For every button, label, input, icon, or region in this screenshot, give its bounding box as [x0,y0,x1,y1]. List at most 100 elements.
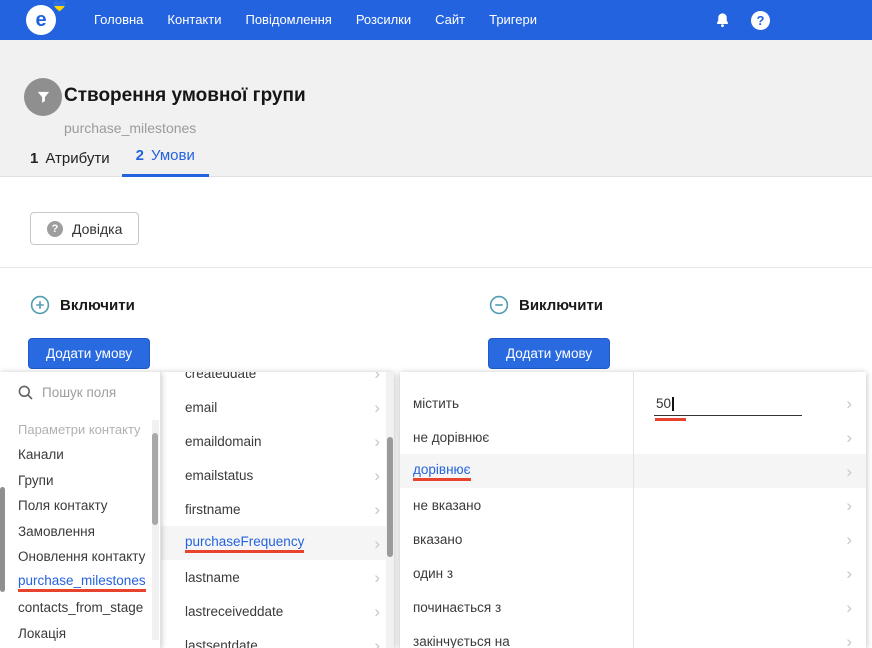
field-row-email[interactable]: email › [161,390,394,424]
tab-number: 1 [30,150,39,167]
contact-fields-panel: createddate › email › emaildomain › emai… [161,372,394,648]
operator-label: починається з [413,599,502,615]
notifications-bell-icon[interactable] [714,11,731,30]
field-row-purchasefrequency[interactable]: purchaseFrequency › [161,526,394,560]
tab-number: 2 [135,147,144,164]
navbar-icons: ? [714,0,770,40]
include-section-header: Включити [30,295,135,315]
include-add-condition-button[interactable]: Додати умову [28,338,151,369]
value-input[interactable]: 50 [654,392,802,416]
plus-circle-icon [30,295,50,315]
nav-item-triggers[interactable]: Тригери [477,0,549,40]
tab-attributes[interactable]: 1 Атрибути [30,150,110,177]
nav-item-contacts[interactable]: Контакти [155,0,233,40]
tab-label: Атрибути [45,150,110,167]
tab-conditions[interactable]: 2 Умови [121,147,209,177]
nav-item-home[interactable]: Головна [82,0,155,40]
field-label: createddate [185,372,257,381]
step-tabs: 1 Атрибути 2 Умови [30,147,209,177]
category-label: Оновлення контакту [18,549,146,565]
annotation-underline [655,418,686,421]
nav-item-site[interactable]: Сайт [423,0,477,40]
field-label: emailstatus [185,467,254,483]
operator-label: закінчується на [413,633,510,648]
brand-logo[interactable]: e [26,0,66,36]
question-circle-icon: ? [47,220,63,237]
include-section-title: Включити [60,296,135,314]
category-label: Локація [18,625,67,641]
help-question-icon[interactable]: ? [751,10,770,30]
operator-label: не вказано [413,497,482,513]
page-subtitle: purchase_milestones [64,120,197,136]
field-row-lastname[interactable]: lastname › [161,560,394,594]
category-label: contacts_from_stage [18,600,144,616]
minus-circle-icon [489,295,509,315]
category-item-contact-fields[interactable]: Поля контакту [0,493,160,519]
chevron-right-icon: › [374,533,380,553]
text-cursor [672,397,674,411]
category-item-contact-updates[interactable]: Оновлення контакту [0,544,160,570]
field-label: lastsentdate [185,637,258,648]
category-item-location[interactable]: Локація [0,621,160,647]
page-header: Створення умовної групи purchase_milesto… [0,40,872,177]
fields-scrollbar[interactable] [387,437,393,557]
top-navbar: e Головна Контакти Повідомлення Розсилки… [0,0,872,40]
brand-logo-icon: e [26,5,56,35]
field-row-lastreceiveddate[interactable]: lastreceiveddate › [161,594,394,628]
category-item-contacts-from-stage[interactable]: contacts_from_stage [0,595,160,621]
category-label: Групи [18,472,54,488]
value-area: 50 [634,372,866,648]
help-button-label: Довідка [72,220,123,237]
field-row-createddate[interactable]: createddate › [161,372,394,390]
chevron-right-icon: › [374,567,380,587]
chevron-right-icon: › [374,499,380,519]
field-label: emaildomain [185,433,262,449]
field-search[interactable] [0,372,160,412]
chevron-right-icon: › [374,635,380,648]
value-text: 50 [656,396,672,411]
exclude-add-condition-button[interactable]: Додати умову [488,338,611,369]
field-row-emaildomain[interactable]: emaildomain › [161,424,394,458]
category-label: Канали [18,447,64,463]
chevron-right-icon: › [374,465,380,485]
chevron-right-icon: › [374,601,380,621]
condition-panel: містить › не дорівнює › дорівнює › не вк… [400,372,866,648]
category-label: Замовлення [18,523,95,539]
category-item-orders[interactable]: Замовлення [0,519,160,545]
ukraine-heart-icon [53,0,66,12]
category-item-channels[interactable]: Канали [0,442,160,468]
contact-fields-list: createddate › email › emaildomain › emai… [161,372,394,648]
chevron-right-icon: › [374,431,380,451]
segment-funnel-icon [24,78,62,116]
nav-item-messages[interactable]: Повідомлення [233,0,343,40]
left-scrollbar-thumb[interactable] [0,487,5,592]
field-categories-panel: Параметри контакту Канали Групи Поля кон… [0,372,161,648]
exclude-section-title: Виключити [519,296,604,314]
search-input[interactable] [42,384,147,400]
help-button[interactable]: ? Довідка [30,212,140,245]
search-icon [18,385,33,400]
chevron-right-icon: › [374,372,380,383]
field-label: lastname [185,569,240,585]
field-label: purchaseFrequency [185,534,305,553]
field-row-emailstatus[interactable]: emailstatus › [161,458,394,492]
category-item-purchase-milestones[interactable]: purchase_milestones [0,570,160,596]
field-label: firstname [185,501,241,517]
operator-label: містить [413,395,459,411]
field-row-lastsentdate[interactable]: lastsentdate › [161,628,394,648]
nav-item-campaigns[interactable]: Розсилки [344,0,423,40]
field-row-firstname[interactable]: firstname › [161,492,394,526]
field-label: email [185,399,218,415]
chevron-right-icon: › [374,397,380,417]
main-menu: Головна Контакти Повідомлення Розсилки С… [82,0,549,40]
section-divider [0,267,872,268]
category-label: purchase_milestones [18,573,146,592]
tab-label: Умови [150,147,195,164]
category-item-groups[interactable]: Групи [0,468,160,494]
categories-scrollbar[interactable] [152,433,158,525]
operator-label: не дорівнює [413,429,490,445]
operator-label: вказано [413,531,463,547]
category-group-label: Параметри контакту [18,422,141,437]
page-title: Створення умовної групи [64,85,306,106]
category-label: Поля контакту [18,498,108,514]
